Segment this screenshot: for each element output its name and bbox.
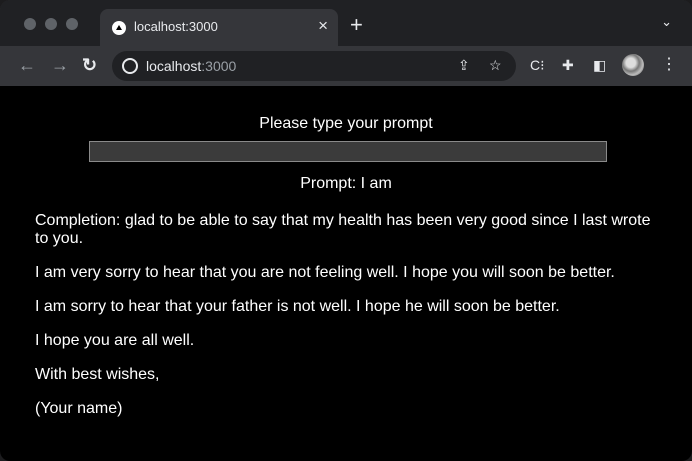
title-bar: localhost:3000 × + ⌄ xyxy=(0,0,692,46)
completion-paragraph: (Your name) xyxy=(35,400,123,417)
address-bar[interactable]: localhost:3000 ⇪ ☆ xyxy=(112,51,516,81)
completion-paragraph: I am sorry to hear that your father is n… xyxy=(35,298,560,315)
tab-close-icon[interactable]: × xyxy=(318,16,328,36)
browser-window: localhost:3000 × + ⌄ ← → ↻ localhost:300… xyxy=(0,0,692,461)
page-content: Please type your prompt Prompt: I am Com… xyxy=(0,87,692,461)
completion-text: Completion: glad to be able to say that … xyxy=(35,212,655,434)
site-favicon-icon xyxy=(112,21,126,35)
extensions-puzzle-icon[interactable]: ✚ xyxy=(562,56,574,74)
new-tab-button[interactable]: + xyxy=(350,14,363,36)
forward-button[interactable]: → xyxy=(51,54,69,76)
share-icon[interactable]: ⇪ xyxy=(458,57,470,74)
bookmark-star-icon[interactable]: ☆ xyxy=(489,57,502,74)
tab-title: localhost:3000 xyxy=(134,19,218,34)
browser-tab[interactable]: localhost:3000 × xyxy=(100,9,338,46)
completion-paragraph: With best wishes, xyxy=(35,366,160,383)
minimize-window-button[interactable] xyxy=(45,18,57,30)
extension-icon[interactable]: C⁝ xyxy=(530,56,545,74)
side-panel-icon[interactable]: ◧ xyxy=(593,56,606,74)
url-host: localhost xyxy=(146,58,202,74)
browser-menu-icon[interactable]: ⋮ xyxy=(661,56,677,74)
window-controls xyxy=(24,18,78,30)
browser-toolbar: ← → ↻ localhost:3000 ⇪ ☆ C⁝ ✚ ◧ ⋮ xyxy=(0,46,692,87)
url-text: localhost:3000 xyxy=(146,58,236,74)
completion-paragraph: Completion: glad to be able to say that … xyxy=(35,212,651,247)
tab-search-chevron-icon[interactable]: ⌄ xyxy=(661,14,672,30)
completion-paragraph: I hope you are all well. xyxy=(35,332,195,349)
prompt-heading: Please type your prompt xyxy=(259,115,433,132)
back-button[interactable]: ← xyxy=(18,54,36,76)
prompt-echo: Prompt: I am xyxy=(300,175,392,192)
maximize-window-button[interactable] xyxy=(66,18,78,30)
completion-paragraph: I am very sorry to hear that you are not… xyxy=(35,264,615,281)
reload-button[interactable]: ↻ xyxy=(82,54,97,76)
profile-avatar[interactable] xyxy=(622,54,644,76)
prompt-input[interactable] xyxy=(89,141,607,162)
close-window-button[interactable] xyxy=(24,18,36,30)
site-info-icon[interactable] xyxy=(122,58,138,74)
url-port: :3000 xyxy=(201,58,237,74)
